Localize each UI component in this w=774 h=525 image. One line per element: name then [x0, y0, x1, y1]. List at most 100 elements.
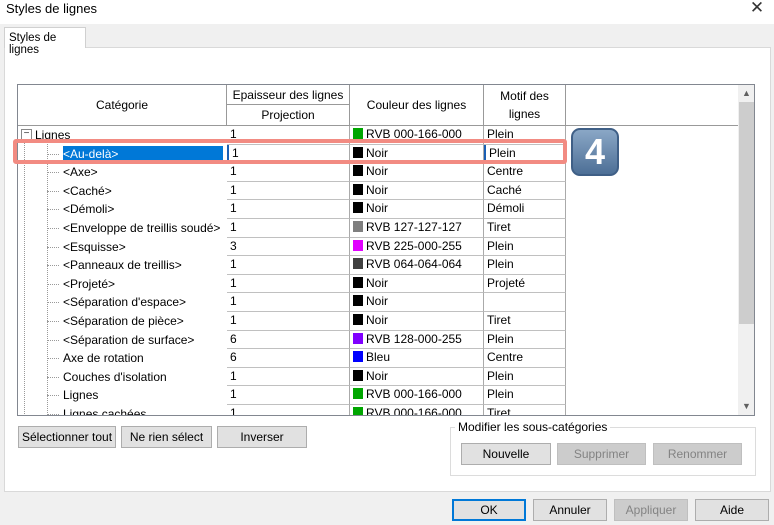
- table-row[interactable]: <Séparation de surface> 6 RVB 128-000-255 P…: [18, 330, 566, 350]
- pattern-cell[interactable]: Plein: [484, 367, 566, 387]
- header-motif[interactable]: Motif des lignes: [484, 85, 566, 126]
- category-cell[interactable]: <Enveloppe de treillis soudé>: [18, 219, 227, 238]
- color-cell[interactable]: RVB 064-064-064: [350, 256, 484, 275]
- category-cell[interactable]: <Au-delà>: [18, 145, 227, 164]
- color-cell[interactable]: Noir: [350, 200, 484, 219]
- thickness-cell[interactable]: 1: [227, 181, 350, 201]
- category-cell[interactable]: <Séparation d'espace>: [18, 293, 227, 312]
- table-row[interactable]: <Séparation de pièce> 1 Noir Tiret: [18, 312, 566, 331]
- table-row[interactable]: Lignes cachées 1 RVB 000-166-000 Tiret: [18, 405, 566, 415]
- tab-styles-de-lignes[interactable]: Styles de lignes: [4, 27, 86, 56]
- thickness-cell[interactable]: 6: [227, 330, 350, 350]
- color-cell[interactable]: Noir: [350, 274, 484, 294]
- category-cell[interactable]: <Démoli>: [18, 200, 227, 219]
- thickness-cell[interactable]: 1: [227, 386, 350, 405]
- pattern-cell[interactable]: Plein: [484, 386, 566, 405]
- color-cell[interactable]: Bleu: [350, 349, 484, 368]
- pattern-cell[interactable]: Tiret: [484, 312, 566, 331]
- new-button[interactable]: Nouvelle: [461, 443, 551, 465]
- table-row[interactable]: <Projeté> 1 Noir Projeté: [18, 274, 566, 294]
- table-row[interactable]: <Démoli> 1 Noir Démoli: [18, 200, 566, 219]
- thickness-cell[interactable]: 1: [227, 274, 350, 294]
- thickness-cell[interactable]: 1: [227, 367, 350, 387]
- color-cell[interactable]: Noir: [350, 144, 484, 164]
- vertical-scrollbar[interactable]: ▲ ▼: [738, 85, 754, 415]
- select-none-button[interactable]: Ne rien sélect: [121, 426, 212, 448]
- category-cell[interactable]: <Axe>: [18, 163, 227, 182]
- help-button[interactable]: Aide: [695, 499, 769, 521]
- table-row[interactable]: Couches d'isolation 1 Noir Plein: [18, 367, 566, 387]
- pattern-cell[interactable]: Plein: [484, 144, 566, 164]
- color-cell[interactable]: Noir: [350, 181, 484, 201]
- category-cell[interactable]: <Caché>: [18, 182, 227, 201]
- invert-button[interactable]: Inverser: [217, 426, 307, 448]
- color-cell[interactable]: Noir: [350, 293, 484, 312]
- category-cell[interactable]: Lignes cachées: [18, 405, 227, 415]
- category-cell[interactable]: Couches d'isolation: [18, 368, 227, 387]
- color-cell[interactable]: RVB 000-166-000: [350, 386, 484, 405]
- pattern-cell[interactable]: Plein: [484, 126, 566, 145]
- pattern-cell[interactable]: Plein: [484, 256, 566, 275]
- cancel-button[interactable]: Annuler: [533, 499, 607, 521]
- table-row[interactable]: <Séparation d'espace> 1 Noir: [18, 293, 566, 312]
- category-cell[interactable]: <Esquisse>: [18, 238, 227, 257]
- apply-button[interactable]: Appliquer: [614, 499, 688, 521]
- close-icon[interactable]: ✕: [740, 0, 774, 22]
- pattern-cell[interactable]: Caché: [484, 181, 566, 201]
- thickness-cell[interactable]: 1: [227, 144, 350, 164]
- thickness-cell[interactable]: 1: [227, 163, 350, 182]
- thickness-cell[interactable]: 1: [227, 256, 350, 275]
- scroll-thumb[interactable]: [739, 102, 754, 324]
- color-cell[interactable]: RVB 000-166-000: [350, 405, 484, 415]
- table-row[interactable]: Axe de rotation 6 Bleu Centre: [18, 349, 566, 368]
- collapse-icon[interactable]: −: [21, 129, 32, 140]
- pattern-cell[interactable]: Plein: [484, 330, 566, 350]
- color-cell[interactable]: RVB 000-166-000: [350, 126, 484, 145]
- category-cell[interactable]: <Projeté>: [18, 275, 227, 294]
- color-cell[interactable]: Noir: [350, 312, 484, 331]
- scroll-down-icon[interactable]: ▼: [738, 398, 754, 415]
- table-row[interactable]: <Axe> 1 Noir Centre: [18, 163, 566, 182]
- color-cell[interactable]: Noir: [350, 163, 484, 182]
- pattern-cell[interactable]: Projeté: [484, 274, 566, 294]
- category-cell[interactable]: Lignes: [18, 386, 227, 405]
- category-cell[interactable]: <Panneaux de treillis>: [18, 256, 227, 275]
- table-row[interactable]: <Au-delà> 1 Noir Plein: [18, 144, 566, 164]
- ok-button[interactable]: OK: [452, 499, 526, 521]
- color-cell[interactable]: RVB 127-127-127: [350, 219, 484, 238]
- thickness-cell[interactable]: 1: [227, 293, 350, 312]
- select-all-button[interactable]: Sélectionner tout: [18, 426, 116, 448]
- header-couleur[interactable]: Couleur des lignes: [350, 85, 484, 126]
- category-cell[interactable]: Axe de rotation: [18, 349, 227, 368]
- thickness-cell[interactable]: 1: [227, 219, 350, 238]
- thickness-cell[interactable]: 6: [227, 349, 350, 368]
- thickness-cell[interactable]: 1: [227, 312, 350, 331]
- thickness-cell[interactable]: 1: [227, 126, 350, 145]
- table-row[interactable]: <Enveloppe de treillis soudé> 1 RVB 127-12…: [18, 219, 566, 238]
- table-row[interactable]: − Lignes 1 RVB 000-166-000 Plein: [18, 126, 566, 145]
- rename-button[interactable]: Renommer: [653, 443, 742, 465]
- delete-button[interactable]: Supprimer: [557, 443, 646, 465]
- category-cell[interactable]: − Lignes: [18, 126, 227, 145]
- color-cell[interactable]: RVB 225-000-255: [350, 237, 484, 257]
- pattern-cell[interactable]: Plein: [484, 237, 566, 257]
- category-cell[interactable]: <Séparation de surface>: [18, 331, 227, 350]
- header-categorie[interactable]: Catégorie: [18, 85, 227, 126]
- color-cell[interactable]: RVB 128-000-255: [350, 330, 484, 350]
- pattern-cell[interactable]: Centre: [484, 163, 566, 182]
- thickness-cell[interactable]: 1: [227, 405, 350, 415]
- table-row[interactable]: <Esquisse> 3 RVB 225-000-255 Plein: [18, 237, 566, 257]
- pattern-cell[interactable]: [484, 293, 566, 312]
- category-cell[interactable]: <Séparation de pièce>: [18, 312, 227, 331]
- pattern-cell[interactable]: Démoli: [484, 200, 566, 219]
- scroll-up-icon[interactable]: ▲: [738, 85, 754, 102]
- color-cell[interactable]: Noir: [350, 367, 484, 387]
- pattern-cell[interactable]: Tiret: [484, 405, 566, 415]
- table-row[interactable]: <Panneaux de treillis> 1 RVB 064-064-064 Pl…: [18, 256, 566, 275]
- table-row[interactable]: Lignes 1 RVB 000-166-000 Plein: [18, 386, 566, 405]
- pattern-cell[interactable]: Centre: [484, 349, 566, 368]
- header-projection[interactable]: Projection: [227, 105, 350, 126]
- pattern-cell[interactable]: Tiret: [484, 219, 566, 238]
- table-row[interactable]: <Caché> 1 Noir Caché: [18, 181, 566, 201]
- thickness-cell[interactable]: 3: [227, 237, 350, 257]
